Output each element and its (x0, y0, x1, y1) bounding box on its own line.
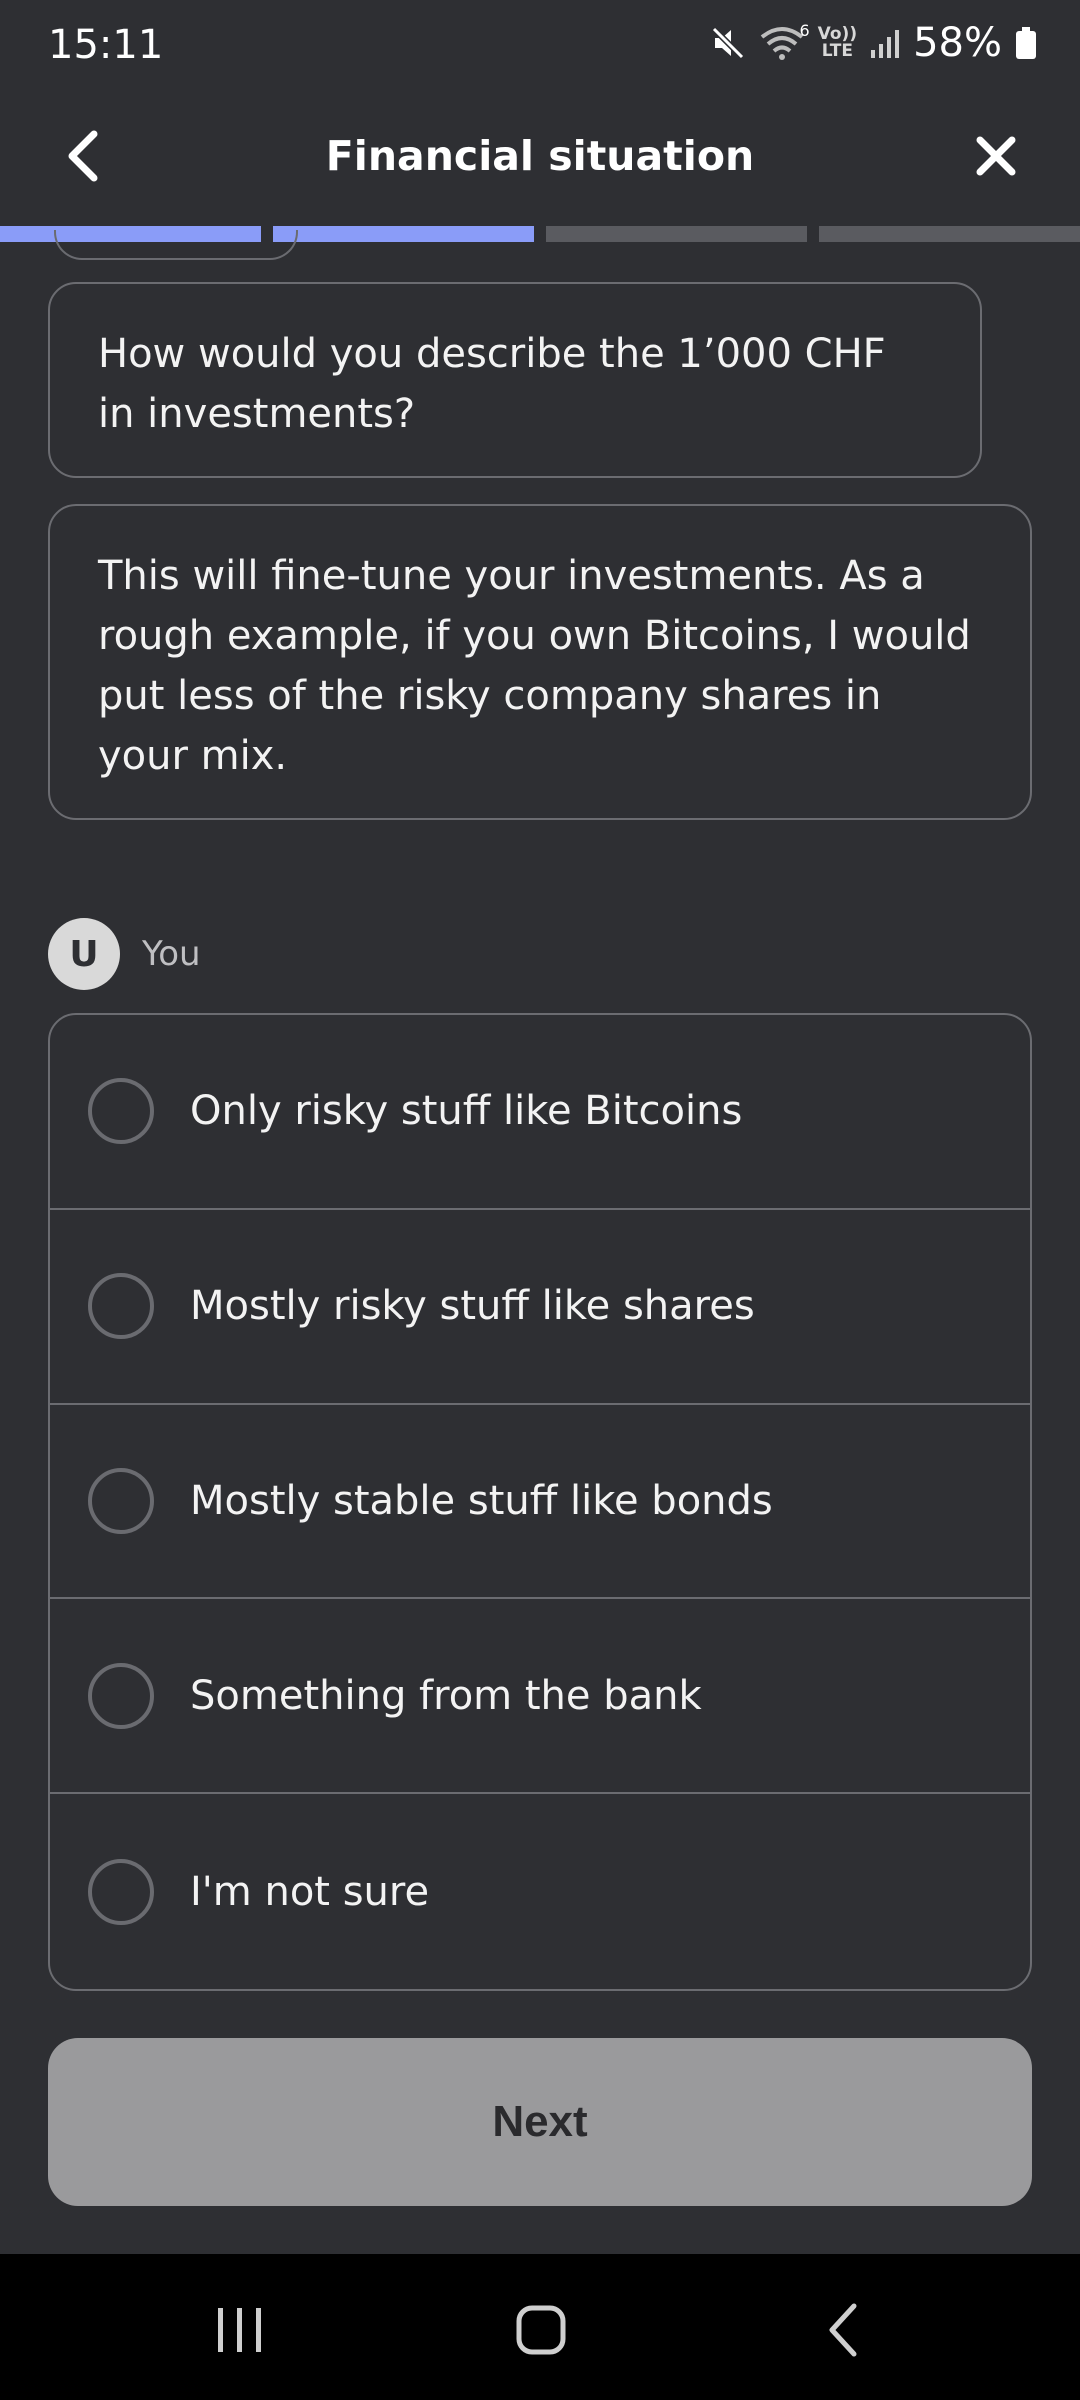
volte-bottom-label: LTE (821, 41, 853, 61)
home-button[interactable] (500, 2294, 580, 2364)
status-icons: 6 Vo)) LTE 58% (710, 20, 1036, 66)
option-mostly-risky[interactable]: Mostly risky stuff like shares (50, 1210, 1030, 1405)
option-label: Mostly stable stuff like bonds (190, 1477, 773, 1524)
mute-icon (710, 25, 746, 61)
radio-icon[interactable] (88, 1662, 154, 1729)
avatar: U (48, 918, 120, 990)
question-bubble: How would you describe the 1’000 CHF in … (48, 282, 982, 478)
status-bar: 15:11 6 Vo)) LTE 58% (0, 0, 1080, 96)
close-button[interactable] (956, 116, 1036, 196)
signal-icon (871, 28, 900, 58)
progress-step-3 (546, 226, 807, 242)
user-label: You (142, 934, 201, 974)
page-title: Financial situation (325, 132, 755, 180)
recents-icon (218, 2308, 261, 2352)
previous-message-edge (54, 230, 298, 260)
volte-indicator: Vo)) LTE (818, 26, 857, 60)
system-nav-bar (0, 2254, 1080, 2400)
option-label: I'm not sure (190, 1868, 430, 1915)
battery-percentage: 58% (913, 20, 1002, 66)
option-mostly-stable[interactable]: Mostly stable stuff like bonds (50, 1405, 1030, 1600)
progress-step-2 (273, 226, 534, 242)
user-label-row: U You (48, 918, 201, 990)
option-from-bank[interactable]: Something from the bank (50, 1599, 1030, 1795)
network-badge: 6 (799, 21, 810, 40)
header: Financial situation (0, 96, 1080, 216)
radio-icon[interactable] (88, 1273, 154, 1340)
battery-icon (1016, 27, 1036, 59)
next-button[interactable]: Next (48, 2038, 1032, 2206)
system-back-button[interactable] (806, 2294, 886, 2364)
close-icon (976, 136, 1016, 176)
option-label: Only risky stuff like Bitcoins (190, 1088, 743, 1135)
home-icon (516, 2305, 566, 2355)
option-not-sure[interactable]: I'm not sure (50, 1794, 1030, 1989)
recents-button[interactable] (200, 2294, 280, 2364)
answer-options: Only risky stuff like Bitcoins Mostly ri… (48, 1013, 1032, 1991)
radio-icon[interactable] (88, 1467, 154, 1534)
option-label: Mostly risky stuff like shares (190, 1283, 755, 1330)
wifi-icon: 6 (760, 21, 810, 61)
status-time: 15:11 (48, 22, 164, 68)
explanation-bubble: This will fine-tune your investments. As… (48, 504, 1032, 820)
option-only-risky[interactable]: Only risky stuff like Bitcoins (50, 1015, 1030, 1210)
radio-icon[interactable] (88, 1078, 154, 1145)
back-icon (829, 2303, 857, 2357)
radio-icon[interactable] (88, 1858, 154, 1925)
option-label: Something from the bank (190, 1672, 702, 1719)
progress-step-4 (819, 226, 1080, 242)
